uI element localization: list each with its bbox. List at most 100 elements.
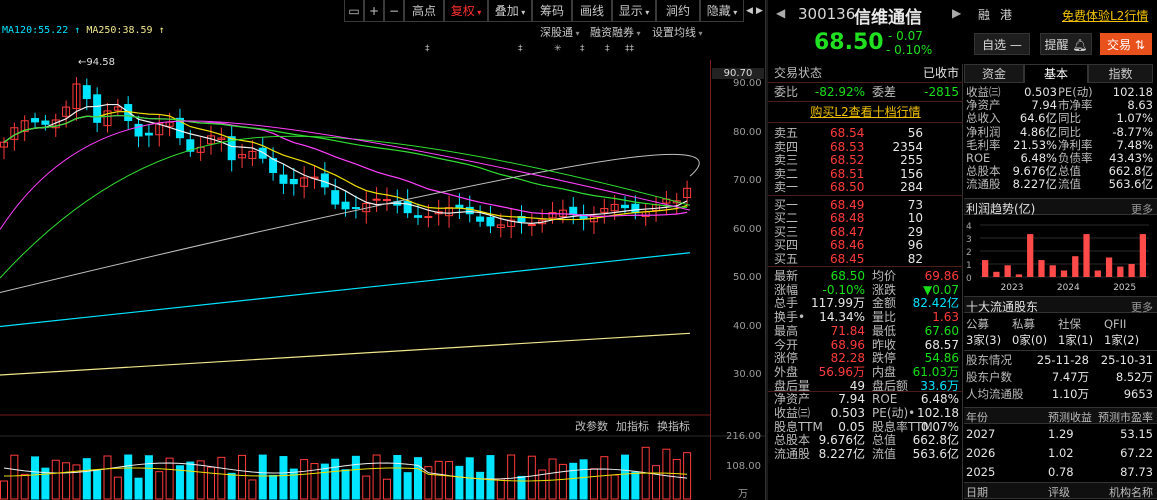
more-link[interactable]: 更多 bbox=[1131, 299, 1153, 315]
quote-value: -0.10% bbox=[822, 282, 865, 297]
prev-icon[interactable]: ▭ bbox=[344, 0, 364, 22]
zoom-out-icon[interactable]: − bbox=[384, 0, 404, 22]
bid-row[interactable]: 买三 68.47 29 bbox=[768, 225, 963, 239]
up-arrow-icon: ↑ bbox=[74, 25, 81, 36]
fundamentals-panel: 资金 基本 指数 收益㈢ 0.503 PE(动) 102.18 净资产 7.94 市净率 8.63 总… bbox=[964, 64, 1157, 500]
forecast-header-cell: 预测市盈率 bbox=[1098, 411, 1153, 424]
fund-value: 0.503 bbox=[1024, 85, 1057, 99]
quote-value: 102.18 bbox=[917, 406, 959, 420]
ask-volume: 255 bbox=[900, 153, 923, 167]
holder-type: 社保 bbox=[1058, 317, 1081, 331]
volume-bar bbox=[621, 454, 629, 500]
volume-bar bbox=[10, 454, 19, 500]
candle-body bbox=[41, 120, 50, 125]
stat-row: 涨停 82.28 跌停 54.86 bbox=[768, 351, 963, 365]
volume-bar bbox=[248, 479, 257, 500]
fundamental-row: 净利润 4.86亿 同比 -8.77% bbox=[964, 124, 1157, 139]
quote-label: 内盘 bbox=[872, 364, 897, 379]
free-trial-link[interactable]: 免费体验L2行情 bbox=[1062, 7, 1148, 24]
buy-l2-link[interactable]: 购买L2查看十档行情 bbox=[768, 105, 963, 119]
next-stock-icon[interactable]: ▶ bbox=[952, 6, 961, 20]
kline-chart[interactable]: ←94.58‡ ‡ ✳ ‡ ‡ ‡‡ bbox=[0, 40, 765, 500]
toolbar-button-hide[interactable]: 隐藏 ▾ bbox=[700, 0, 744, 22]
shareholder-value: 9653 bbox=[1123, 387, 1153, 401]
fundamental-row: 流通股 8.227亿 流值 563.6亿 bbox=[964, 178, 1157, 191]
stat-row: 净资产 7.94 ROE 6.48% bbox=[768, 392, 963, 406]
volume-bar bbox=[144, 455, 153, 500]
volume-bar bbox=[20, 473, 29, 500]
volume-bar bbox=[93, 470, 102, 500]
divider bbox=[768, 101, 963, 102]
candle-body bbox=[403, 200, 412, 214]
fund-value: -8.77% bbox=[1112, 124, 1153, 139]
prev-stock-icon[interactable]: ◀ bbox=[776, 6, 785, 20]
volume-bar bbox=[548, 458, 557, 500]
quote-value: 662.8亿 bbox=[912, 433, 959, 448]
alert-button[interactable]: 提醒 🔔︎ bbox=[1040, 33, 1092, 55]
toolbar-button-simple[interactable]: 涧约 bbox=[656, 0, 700, 22]
divider bbox=[964, 350, 1157, 351]
quote-label: 涨幅 bbox=[774, 282, 799, 297]
zoom-in-icon[interactable]: + bbox=[364, 0, 384, 22]
forecast-pe: 87.73 bbox=[1120, 465, 1153, 479]
year-tick: 2024 bbox=[1057, 283, 1080, 293]
volume-bar bbox=[186, 461, 195, 500]
forecast-year: 2027 bbox=[966, 427, 996, 441]
quote-value: 563.6亿 bbox=[912, 447, 959, 462]
vol-change-params[interactable]: 改参数 bbox=[575, 418, 608, 434]
toolbar-button-adjust[interactable]: 复权 ▾ bbox=[444, 0, 488, 22]
trade-button[interactable]: 交易 ⇅ bbox=[1100, 33, 1152, 55]
bid-volume: 10 bbox=[907, 211, 923, 225]
subbar-northbound[interactable]: 深股通 ▾ bbox=[540, 24, 580, 40]
holder-counts-row: 3家(3) 0家(0) 1家(1) 1家(2) bbox=[964, 334, 1157, 347]
subbar-margin[interactable]: 融资融券 ▾ bbox=[590, 24, 641, 40]
profit-bar bbox=[1128, 264, 1135, 277]
bid-row[interactable]: 买一 68.49 73 bbox=[768, 198, 963, 212]
quote-value: 82.28 bbox=[830, 351, 865, 366]
holder-count: 0家(0) bbox=[1012, 333, 1048, 347]
candle-body bbox=[31, 118, 40, 123]
forecast-row: 2025 0.78 87.73 bbox=[964, 466, 1157, 479]
ask-row[interactable]: 卖四 68.53 2354 bbox=[768, 140, 963, 154]
fund-label: 净利率 bbox=[1058, 137, 1093, 152]
subbar-ma-settings[interactable]: 设置均线 ▾ bbox=[652, 24, 703, 40]
ask-row[interactable]: 卖三 68.52 255 bbox=[768, 153, 963, 167]
vol-switch-indicator[interactable]: 换指标 bbox=[657, 418, 690, 434]
price-change-pct: - 0.10% bbox=[886, 43, 933, 57]
toolbar-button-overlay[interactable]: 叠加 ▾ bbox=[488, 0, 532, 22]
fund-value: 7.48% bbox=[1116, 137, 1153, 152]
current-price: 68.50 bbox=[814, 30, 884, 55]
ask-row[interactable]: 卖五 68.54 56 bbox=[768, 126, 963, 140]
quote-value: 67.60 bbox=[924, 323, 959, 338]
ask-row[interactable]: 卖二 68.51 156 bbox=[768, 167, 963, 181]
subbar-northbound-label: 深股通 bbox=[540, 26, 573, 39]
holder-type: 私募 bbox=[1012, 317, 1035, 331]
toolbar-button-display[interactable]: 显示 ▾ bbox=[612, 0, 656, 22]
weicha-value: -2815 bbox=[924, 85, 959, 99]
vol-add-indicator[interactable]: 加指标 bbox=[616, 418, 649, 434]
fund-label: 流值 bbox=[1058, 177, 1081, 192]
tab-0[interactable]: 资金 bbox=[964, 64, 1024, 83]
ask-row[interactable]: 卖一 68.50 284 bbox=[768, 180, 963, 194]
more-link[interactable]: 更多 bbox=[1131, 201, 1153, 217]
watchlist-button[interactable]: 自选 — bbox=[974, 33, 1030, 55]
tab-2[interactable]: 指数 bbox=[1088, 64, 1153, 83]
chart-toolbar: ▭ + − 高点 复权 ▾ 叠加 ▾ 筹码 画线 显示 ▾ 涧约 隐藏 ▾ ◀ … bbox=[0, 0, 765, 22]
quote-label: 总股本 bbox=[774, 433, 811, 448]
next-arrow-icon[interactable]: ▶ bbox=[754, 0, 765, 22]
tab-1[interactable]: 基本 bbox=[1024, 64, 1088, 83]
margin-tag[interactable]: 融 bbox=[978, 6, 990, 23]
toolbar-button-draw[interactable]: 画线 bbox=[572, 0, 612, 22]
toolbar-button-chips[interactable]: 筹码 bbox=[532, 0, 572, 22]
bid-row[interactable]: 买二 68.48 10 bbox=[768, 211, 963, 225]
hk-connect-tag[interactable]: 港 bbox=[1000, 6, 1012, 23]
stock-header: ◀ 300136 信维通信 ▶ 融 港 免费体验L2行情 68.50 - 0.0… bbox=[768, 0, 1157, 62]
bid-row[interactable]: 买五 68.45 82 bbox=[768, 252, 963, 266]
ask-volume: 2354 bbox=[892, 139, 923, 154]
price-tick: 30.00 bbox=[733, 369, 762, 380]
stat-row: 外盘 56.96万 内盘 61.03万 bbox=[768, 365, 963, 379]
bid-row[interactable]: 买四 68.46 96 bbox=[768, 238, 963, 252]
toolbar-button-high[interactable]: 高点 bbox=[404, 0, 444, 22]
quote-value: 68.96 bbox=[830, 337, 865, 352]
price-tick: 60.00 bbox=[733, 223, 762, 235]
